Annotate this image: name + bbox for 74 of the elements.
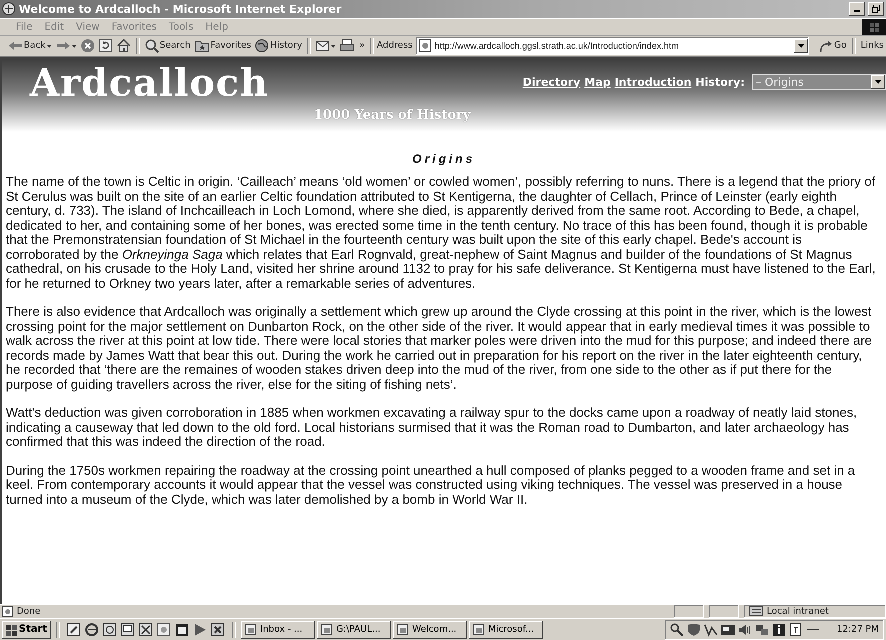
status-panel [709,605,739,618]
play-icon[interactable] [193,622,208,636]
home-button[interactable] [114,37,133,55]
taskbar-button[interactable]: Inbox - ... [241,620,316,638]
taskbar-button[interactable]: G:\PAUL... [317,620,392,638]
window-title: Welcome to Ardcalloch - Microsoft Internet Explorer [19,2,343,16]
body-paragraph: During the 1750s workmen repairing the roadway at the crossing point unearthed a hull composed of planks pegged to a wooden frame and set in a keel. From contemporary accounts it would appear that the vessel was constructed using viking techniques. The vessel was preserved in a house turned into a museum of the Clyde, which was later demolished by a bomb in World War II. [6,464,856,507]
stop-icon [80,39,95,53]
page-heading: Origins [411,152,476,166]
refresh-button[interactable] [96,37,115,55]
magnifier-icon[interactable] [670,622,684,636]
card-icon[interactable] [721,622,735,636]
window-icon [321,624,334,636]
address-field[interactable]: http://www.ardcalloch.ggsl.strath.ac.uk/Introduction/index.htm [416,37,810,55]
forward-arrow-icon [56,40,71,52]
body-paragraph: The name of the town is Celtic in origin. ‘Cailleach’ means ‘old women’ or cowled women’, possibly referring to nuns. There is a legend that the priory of St Cerulus was built on the site of an earlier Celtic foundation attributed to St Kentigerna, the daughter of Cellach, Prince of Leinster (early eighth century, d. 733). The island of Inchcailleach in Loch Lomond, where she died, is apparently derived from the same root. According to Bede, a chapel, dedicated to her, and containing some of her bones, was erected some time in the tenth century. No trace of this has been found, though it is probable that the Premonstratensian foundation of St Michael in the fourteenth century was built upon the site of this early chapel. Bede's account is corroborated by the Orkneyinga Saga which relates that Earl Rognvald, great-nephew of Saint Magnus and builder of the foundations of St Magnus cathedral, on his crusade to the Holy Land, visited her shrine around 1132 to pray for his safe deliverance. St Kentigerna must have listened to the Earl, for he returned to Orkney two years later, after a remarkable series of adventures. [6,175,877,291]
document-icon[interactable] [789,622,803,636]
links-button[interactable]: Links [858,37,886,55]
page-icon [418,39,432,53]
info-icon[interactable] [772,622,786,636]
maximize-button[interactable] [868,2,884,16]
minimize-button[interactable] [849,2,865,16]
nav-link[interactable]: Directory [522,76,581,88]
window-icon [245,624,258,636]
go-button[interactable]: Go [817,37,849,55]
speaker-icon[interactable] [738,622,752,636]
site-tagline: 1000 Years of History [314,108,471,123]
nav-link[interactable]: Map [584,76,611,88]
network-icon[interactable] [755,622,769,636]
search-button[interactable]: Search [142,37,193,55]
back-arrow-icon [8,40,23,52]
site-logo: Ardcalloch [30,61,270,105]
taskbar-button[interactable]: Microsof... [469,620,544,638]
body-paragraph: There is also evidence that Ardcalloch was originally a settlement which grew up around the Clyde crossing at this point in the river, which is the lowest crossing point for the major settlement on Dunbarton Rock, on the other side of the river. It would appear that in early medieval times it was possible to walk across the river at this point at low tide. There were local stories that marker poles were driven into the mud for this purpose; and indeed there are records made by James Watt that bear this out. During the work he carried out in preparation for his report on the river in the later eighteenth century, he recorded that ‘there are the remaines of wooden stakes driven deep into the mud of the river, from one side to the other as if put there for the purpose of guiding travellers across the river, else for the siting of fishing nets’. [6,305,874,392]
more-chevron[interactable]: » [357,37,367,55]
pen-icon[interactable] [67,622,82,636]
document-icon[interactable] [175,622,190,636]
zone-text: Local intranet [767,606,829,616]
clock-icon[interactable] [103,622,118,636]
restore-icon [872,5,880,13]
window-icon [473,624,486,636]
chart-icon[interactable] [704,622,718,636]
stop-button[interactable] [78,37,97,55]
taskbar-button[interactable]: Welcom... [393,620,468,638]
go-arrow-icon [819,40,834,52]
refresh-icon [98,39,113,53]
dropdown-arrow-icon [798,44,805,48]
history-label: History: [696,76,745,88]
search-icon [144,39,159,53]
body-paragraph: Watt's deduction was given corroboration in 1885 when workmen excavating a railway spur to the docks came upon a roadway of neatly laid stones, indicating a causeway that led down to the old ford. Local historians surmised that it was the Roman road to Dumbarton, and later archaeology has confirmed that this was indeed the direction of the road. [6,406,858,450]
folder-icon [194,39,210,53]
printer-icon [340,39,356,53]
back-button[interactable]: Back [6,37,54,55]
globe-icon [255,39,270,53]
dropdown-arrow-icon [874,80,882,84]
flag-icon [870,22,878,32]
favorites-button[interactable]: Favorites [192,37,254,55]
start-button[interactable]: Start [2,620,52,638]
status-text: Done [17,606,41,616]
browser-icon[interactable] [85,622,100,636]
cross-icon[interactable] [139,622,154,636]
address-label: Address [376,41,413,51]
status-panel [674,605,704,618]
expand-icon[interactable] [211,622,226,636]
home-icon [116,39,131,53]
nav-link[interactable]: Introduction [614,76,692,88]
windows-flag-icon [6,624,17,636]
window-icon [397,624,410,636]
mail-icon [316,39,330,53]
history-button[interactable]: History [253,37,304,55]
clock-text: 12:27 PM [837,624,879,634]
window-icon[interactable] [121,622,136,636]
browser-icon [2,2,16,16]
shield-icon[interactable] [687,622,701,636]
